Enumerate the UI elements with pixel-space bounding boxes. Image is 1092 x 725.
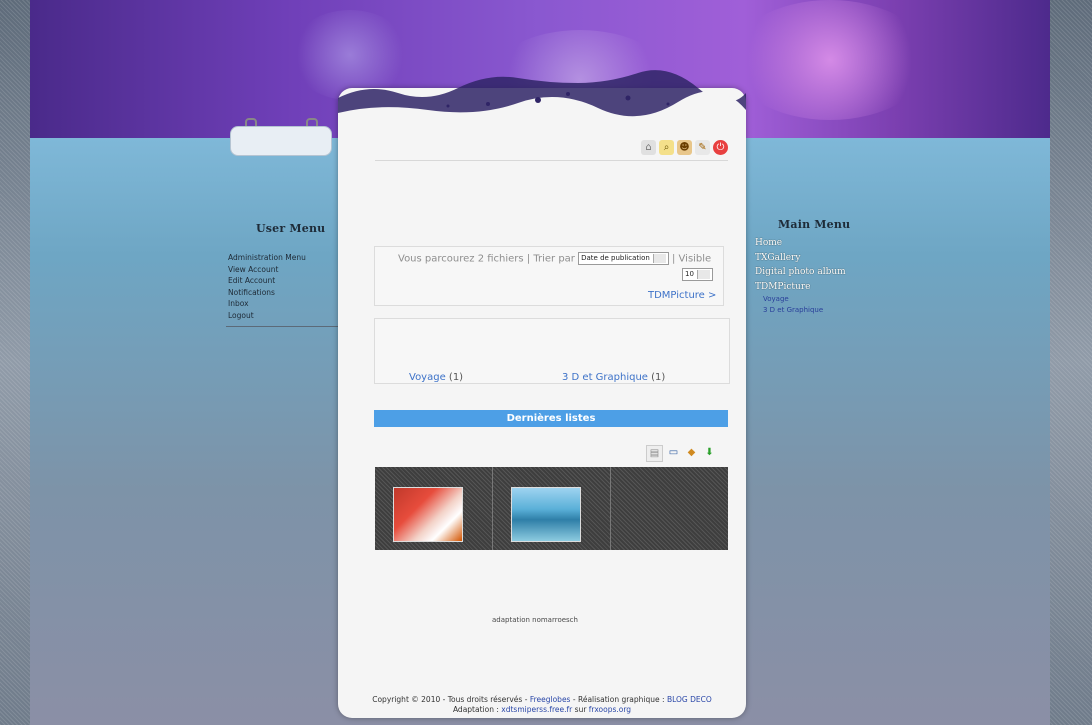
user-menu: Administration Menu View Account Edit Ac… (228, 252, 336, 321)
menu-subitem-3d-graphique[interactable]: 3 D et Graphique (755, 305, 875, 316)
designer-link[interactable]: BLOG DECO (667, 695, 712, 704)
category-link-3d-graphique[interactable]: 3 D et Graphique (1) (562, 372, 665, 383)
tdmpicture-link[interactable]: TDMPicture > (648, 290, 716, 301)
logo-holder (230, 126, 332, 156)
chevron-down-icon (652, 254, 666, 263)
picture-thumbnail[interactable] (511, 487, 581, 542)
menu-item-logout[interactable]: Logout (228, 310, 336, 322)
footer: Copyright © 2010 - Tous droits réservés … (340, 695, 744, 715)
picture-grid (375, 467, 728, 550)
category-name: 3 D et Graphique (562, 372, 648, 383)
picture-cell (611, 467, 728, 550)
copyright-text: Copyright © 2010 - Tous droits réservés … (372, 695, 528, 704)
main-menu: Home TXGallery Digital photo album TDMPi… (755, 236, 875, 316)
menu-item-tdmpicture[interactable]: TDMPicture (755, 280, 875, 295)
picture-thumbnail[interactable] (393, 487, 463, 542)
sort-select[interactable]: Date de publication (578, 252, 669, 265)
view-toolbar: ▤ ▭ ◆ ⬇ (646, 445, 717, 462)
visible-label: | Visible (672, 253, 712, 265)
visible-value: 10 (685, 270, 694, 278)
adaptation-sep: sur (574, 705, 587, 714)
menu-item-txgallery[interactable]: TXGallery (755, 251, 875, 266)
power-icon[interactable]: ⏻ (713, 140, 728, 155)
menu-item-view-account[interactable]: View Account (228, 264, 336, 276)
menu-item-edit-account[interactable]: Edit Account (228, 275, 336, 287)
design-label: - Réalisation graphique : (572, 695, 665, 704)
menu-subitem-voyage[interactable]: Voyage (755, 294, 875, 305)
menu-item-inbox[interactable]: Inbox (228, 298, 336, 310)
frxoops-link[interactable]: frxoops.org (589, 705, 631, 714)
menu-item-home[interactable]: Home (755, 236, 875, 251)
category-name: Voyage (409, 372, 446, 383)
category-count: (1) (651, 372, 666, 383)
picture-cell (375, 467, 493, 550)
divider (375, 160, 728, 161)
latest-lists-header: Dernières listes (374, 410, 728, 427)
search-icon[interactable]: ⌕ (659, 140, 674, 155)
adaptation-label: Adaptation : (452, 705, 499, 714)
list-view-icon[interactable]: ▤ (646, 445, 663, 462)
chevron-down-icon (696, 270, 710, 279)
sort-value: Date de publication (581, 254, 650, 262)
browse-bar: Vous parcourez 2 fichiers | Trier par Da… (398, 252, 711, 265)
host-link[interactable]: Freeglobes (530, 695, 571, 704)
users-icon[interactable]: ☻ (677, 140, 692, 155)
download-icon[interactable]: ⬇ (702, 445, 717, 460)
category-link-voyage[interactable]: Voyage (1) (409, 372, 463, 383)
browse-text: Vous parcourez 2 fichiers | Trier par (398, 253, 575, 265)
tools-icon[interactable]: ✎ (695, 140, 710, 155)
slideshow-icon[interactable]: ◆ (684, 445, 699, 460)
menu-item-administration[interactable]: Administration Menu (228, 252, 336, 264)
visible-select-wrap: 10 (682, 264, 713, 283)
category-count: (1) (448, 372, 464, 383)
home-icon[interactable]: ⌂ (641, 140, 656, 155)
main-menu-title: Main Menu (778, 218, 851, 231)
visible-select[interactable]: 10 (682, 268, 713, 281)
user-menu-title: User Menu (256, 222, 326, 235)
picture-cell (493, 467, 611, 550)
adaptation-link[interactable]: xdtsmiperss.free.fr (501, 705, 572, 714)
menu-item-digital-photo-album[interactable]: Digital photo album (755, 265, 875, 280)
splatter-decoration (338, 70, 746, 138)
user-toolbar: ⌂ ⌕ ☻ ✎ ⏻ (641, 140, 728, 155)
monitor-icon[interactable]: ▭ (666, 445, 681, 460)
divider (226, 326, 338, 327)
menu-item-notifications[interactable]: Notifications (228, 287, 336, 299)
adaptation-credit: adaptation nomarroesch (492, 616, 578, 624)
